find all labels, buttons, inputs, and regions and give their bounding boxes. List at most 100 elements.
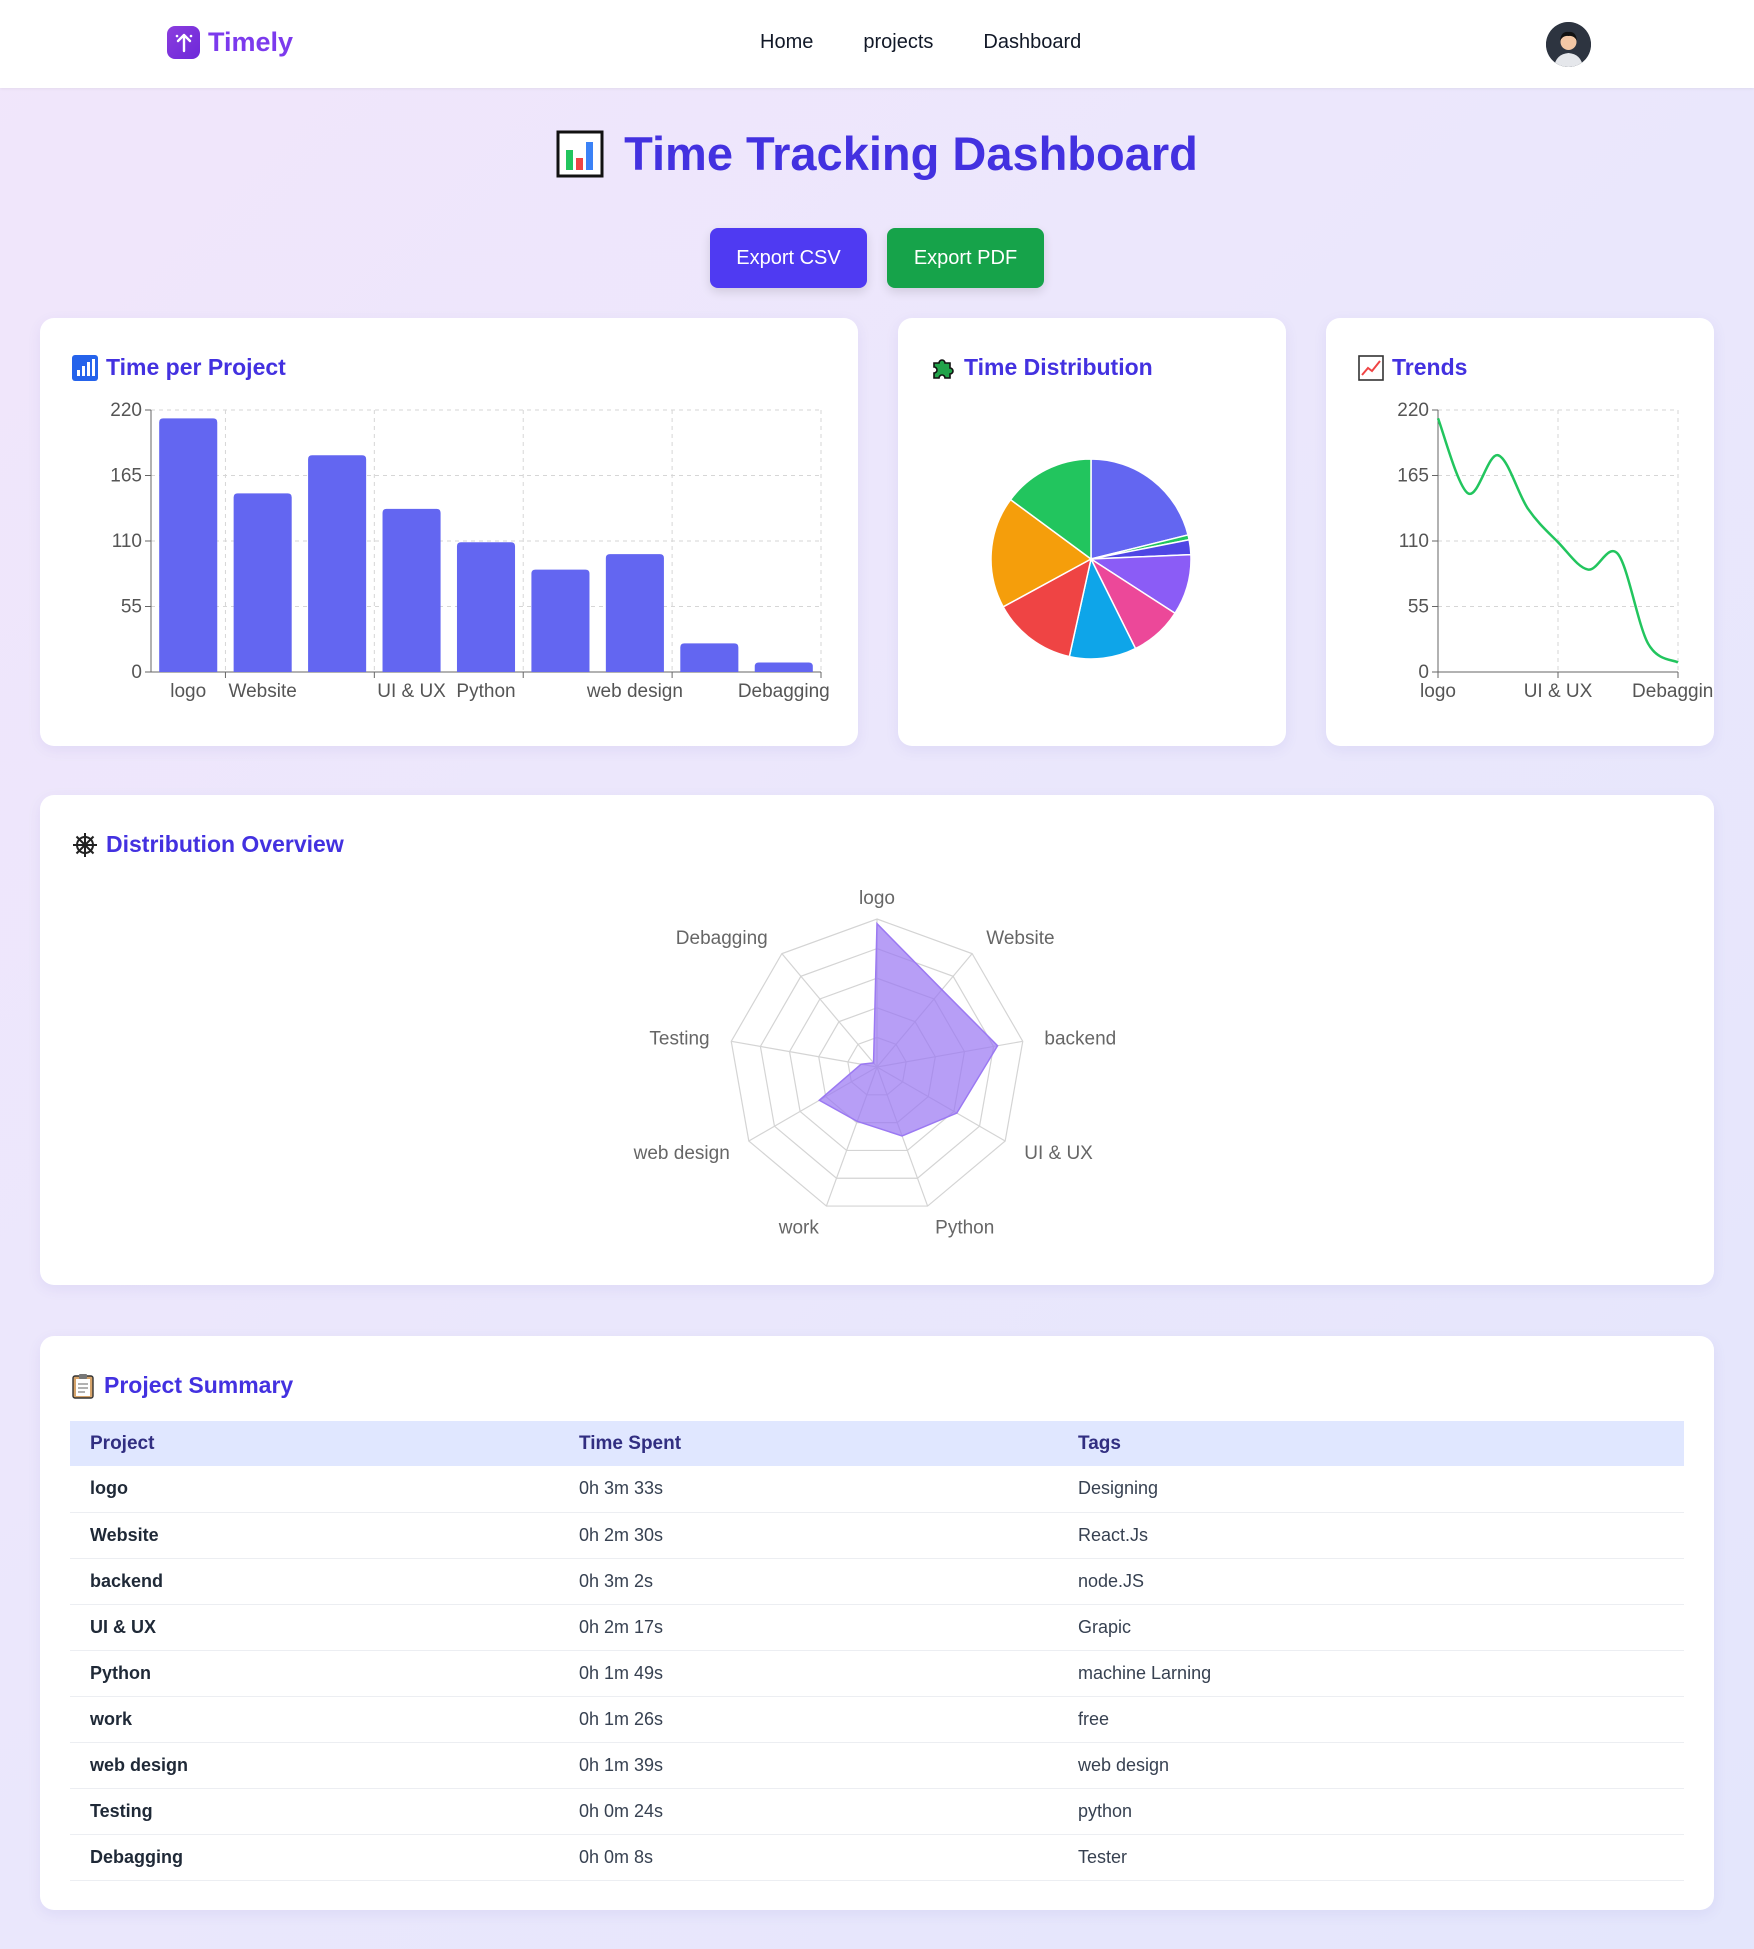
x-tick-label: UI & UX xyxy=(1524,681,1593,702)
table-row: work 0h 1m 26s free xyxy=(70,1696,1684,1743)
table-row: logo 0h 3m 33s Designing xyxy=(70,1466,1684,1513)
radar-chart: logo Website backend UI & UX Python work web d… xyxy=(633,888,1117,1239)
cell-time-spent: 0h 2m 17s xyxy=(559,1604,1058,1651)
cell-time-spent: 0h 3m 2s xyxy=(559,1558,1058,1605)
radar-axis-label: work xyxy=(778,1218,820,1239)
nav-link-home[interactable]: Home xyxy=(760,31,813,54)
x-tick-label: web design xyxy=(586,681,683,702)
cell-time-spent: 0h 0m 24s xyxy=(559,1788,1058,1835)
radar-axis-label: backend xyxy=(1044,1028,1116,1049)
bar xyxy=(382,508,441,672)
y-tick-label: 0 xyxy=(131,662,142,683)
y-tick-label: 165 xyxy=(110,466,142,487)
x-tick-label: UI & UX xyxy=(377,681,446,702)
navbar: Timely Home projects Dashboard xyxy=(0,0,1754,88)
y-tick-label: 110 xyxy=(1399,531,1429,552)
table-row: Website 0h 2m 30s React.Js xyxy=(70,1512,1684,1559)
line-chart: 0 55 110 165 220 logo UI & UX Debagging xyxy=(1397,400,1714,702)
cell-tags: Designing xyxy=(1058,1466,1684,1513)
y-tick-label: 165 xyxy=(1397,466,1429,487)
cell-tags: web design xyxy=(1058,1742,1684,1789)
radar-axis-label: logo xyxy=(859,888,895,909)
cell-tags: React.Js xyxy=(1058,1512,1684,1559)
cell-tags: machine Larning xyxy=(1058,1650,1684,1697)
y-tick-label: 55 xyxy=(1408,597,1429,618)
project-summary-label: Project Summary xyxy=(104,1372,294,1398)
trends-card: Trends 055110165220logoUI & UXDebagging xyxy=(1326,318,1714,746)
cell-time-spent: 0h 1m 49s xyxy=(559,1650,1058,1697)
x-tick-label: Website xyxy=(229,681,297,702)
cell-tags: free xyxy=(1058,1696,1684,1743)
column-header-project: Project xyxy=(70,1421,559,1466)
cell-tags: Grapic xyxy=(1058,1604,1684,1651)
cell-tags: Tester xyxy=(1058,1834,1684,1881)
clipboard-icon xyxy=(72,1373,94,1399)
table-row: backend 0h 3m 2s node.JS xyxy=(70,1558,1684,1605)
bar xyxy=(754,662,813,672)
cell-project: work xyxy=(70,1696,559,1743)
y-tick-label: 55 xyxy=(121,597,142,618)
nav-link-projects[interactable]: projects xyxy=(863,31,933,54)
bar xyxy=(605,554,664,672)
bar xyxy=(308,455,367,672)
y-tick-label: 220 xyxy=(110,400,142,421)
pie-chart xyxy=(990,458,1192,660)
page-title: Time Tracking Dashboard xyxy=(0,126,1754,181)
table-header-row: Project Time Spent Tags xyxy=(70,1421,1684,1466)
export-pdf-button[interactable]: Export PDF xyxy=(887,228,1044,288)
cell-time-spent: 0h 2m 30s xyxy=(559,1512,1058,1559)
x-tick-label: Debagging xyxy=(738,681,830,702)
radar-axis-label: Website xyxy=(986,928,1054,949)
table-row: Debagging 0h 0m 8s Tester xyxy=(70,1834,1684,1881)
bar xyxy=(456,542,516,672)
radar-axis-label: UI & UX xyxy=(1024,1143,1093,1164)
cell-project: UI & UX xyxy=(70,1604,559,1651)
time-per-project-card: Time per Project 0 55 110 165 220 logo Website… xyxy=(40,318,858,746)
column-header-time-spent: Time Spent xyxy=(559,1421,1058,1466)
project-summary-table: Project Time Spent Tags logo 0h 3m 33s D… xyxy=(70,1421,1684,1881)
table-row: UI & UX 0h 2m 17s Grapic xyxy=(70,1604,1684,1651)
table-row: web design 0h 1m 39s web design xyxy=(70,1742,1684,1789)
cell-tags: node.JS xyxy=(1058,1558,1684,1605)
avatar[interactable] xyxy=(1546,22,1591,67)
distribution-overview-card: Distribution Overview logo Website backend… xyxy=(40,795,1714,1285)
cell-project: Testing xyxy=(70,1788,559,1835)
cell-time-spent: 0h 0m 8s xyxy=(559,1834,1058,1881)
timely-logo-icon xyxy=(167,26,200,59)
x-tick-label: logo xyxy=(1420,681,1456,702)
bar-chart: 0 55 110 165 220 logo Website UI & UX Python web … xyxy=(110,400,830,702)
cell-project: web design xyxy=(70,1742,559,1789)
bar xyxy=(159,418,218,672)
project-summary-title: Project Summary xyxy=(70,1372,293,1399)
cell-project: Python xyxy=(70,1650,559,1697)
radar-axis-label: Debagging xyxy=(676,928,768,949)
cell-tags: python xyxy=(1058,1788,1684,1835)
export-csv-button[interactable]: Export CSV xyxy=(710,228,867,288)
radar-spoke xyxy=(731,1040,878,1068)
page-title-text: Time Tracking Dashboard xyxy=(624,127,1198,180)
bar xyxy=(680,643,739,672)
y-tick-label: 0 xyxy=(1418,662,1429,683)
x-tick-label: Python xyxy=(456,681,515,702)
nav-link-dashboard[interactable]: Dashboard xyxy=(983,31,1081,54)
x-tick-label: logo xyxy=(170,681,206,702)
cell-project: Debagging xyxy=(70,1834,559,1881)
y-tick-label: 220 xyxy=(1397,400,1429,421)
bar xyxy=(531,569,590,672)
brand[interactable]: Timely xyxy=(167,26,293,59)
y-tick-label: 110 xyxy=(112,531,142,552)
cell-time-spent: 0h 1m 26s xyxy=(559,1696,1058,1743)
radar-axis-label: Testing xyxy=(649,1028,709,1049)
bar xyxy=(233,493,292,672)
table-row: Testing 0h 0m 24s python xyxy=(70,1788,1684,1835)
nav-links: Home projects Dashboard xyxy=(760,31,1131,54)
brand-name: Timely xyxy=(208,27,294,57)
cell-project: logo xyxy=(70,1466,559,1513)
x-tick-label: Debagging xyxy=(1632,681,1714,702)
radar-axis-label: Python xyxy=(935,1218,994,1239)
bar-chart-icon xyxy=(556,130,604,177)
radar-axis-label: web design xyxy=(633,1143,730,1164)
table-row: Python 0h 1m 49s machine Larning xyxy=(70,1650,1684,1697)
cell-time-spent: 0h 1m 39s xyxy=(559,1742,1058,1789)
radar-spoke xyxy=(781,953,878,1068)
